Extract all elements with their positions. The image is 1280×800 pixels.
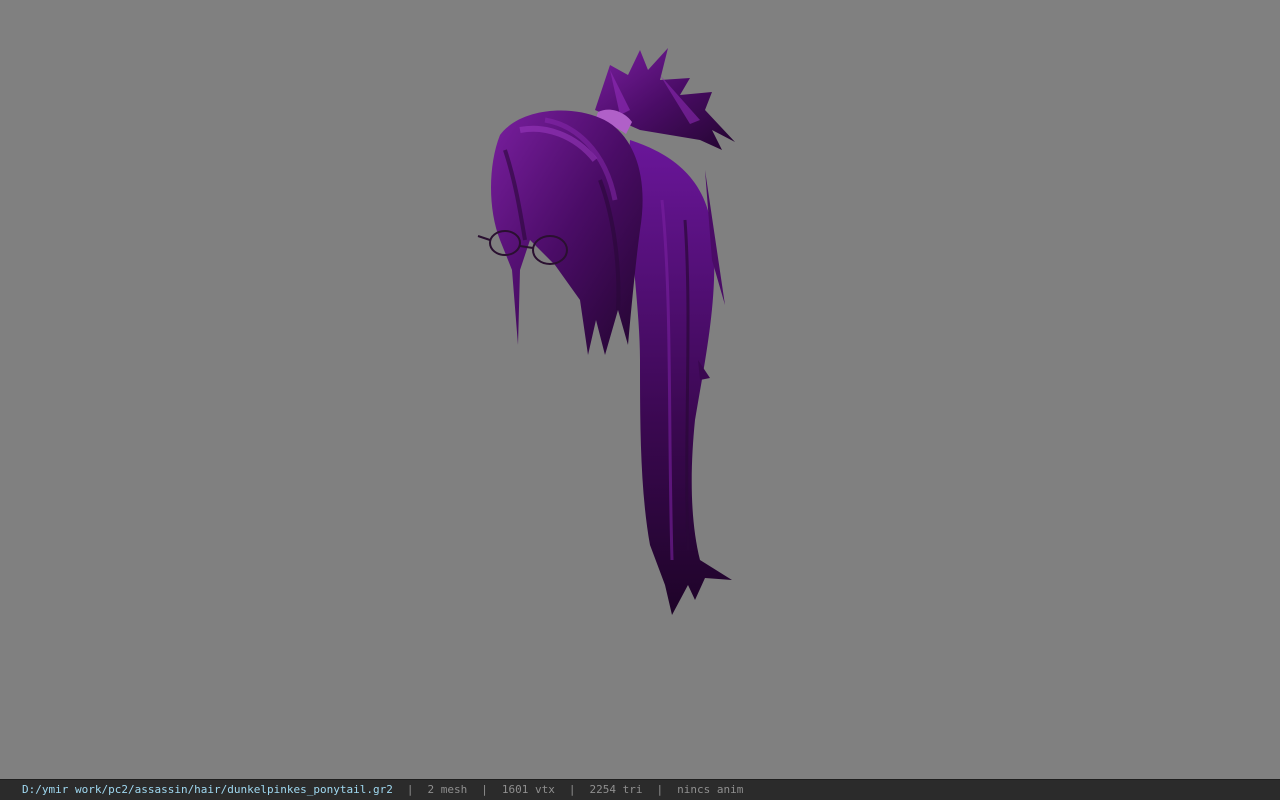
- separator: |: [406, 783, 414, 796]
- separator: |: [656, 783, 664, 796]
- animation-status: nincs anim: [677, 783, 744, 796]
- ponytail-tail: [628, 140, 732, 615]
- file-path: D:/ymir work/pc2/assassin/hair/dunkelpin…: [22, 783, 393, 796]
- mesh-count: 2 mesh: [427, 783, 468, 796]
- status-bar: D:/ymir work/pc2/assassin/hair/dunkelpin…: [0, 779, 1280, 800]
- 3d-viewport[interactable]: [0, 0, 1280, 779]
- triangle-count: 2254 tri: [589, 783, 643, 796]
- vertex-count: 1601 vtx: [501, 783, 555, 796]
- hair-model: [477, 48, 735, 615]
- separator: |: [568, 783, 576, 796]
- separator: |: [481, 783, 488, 796]
